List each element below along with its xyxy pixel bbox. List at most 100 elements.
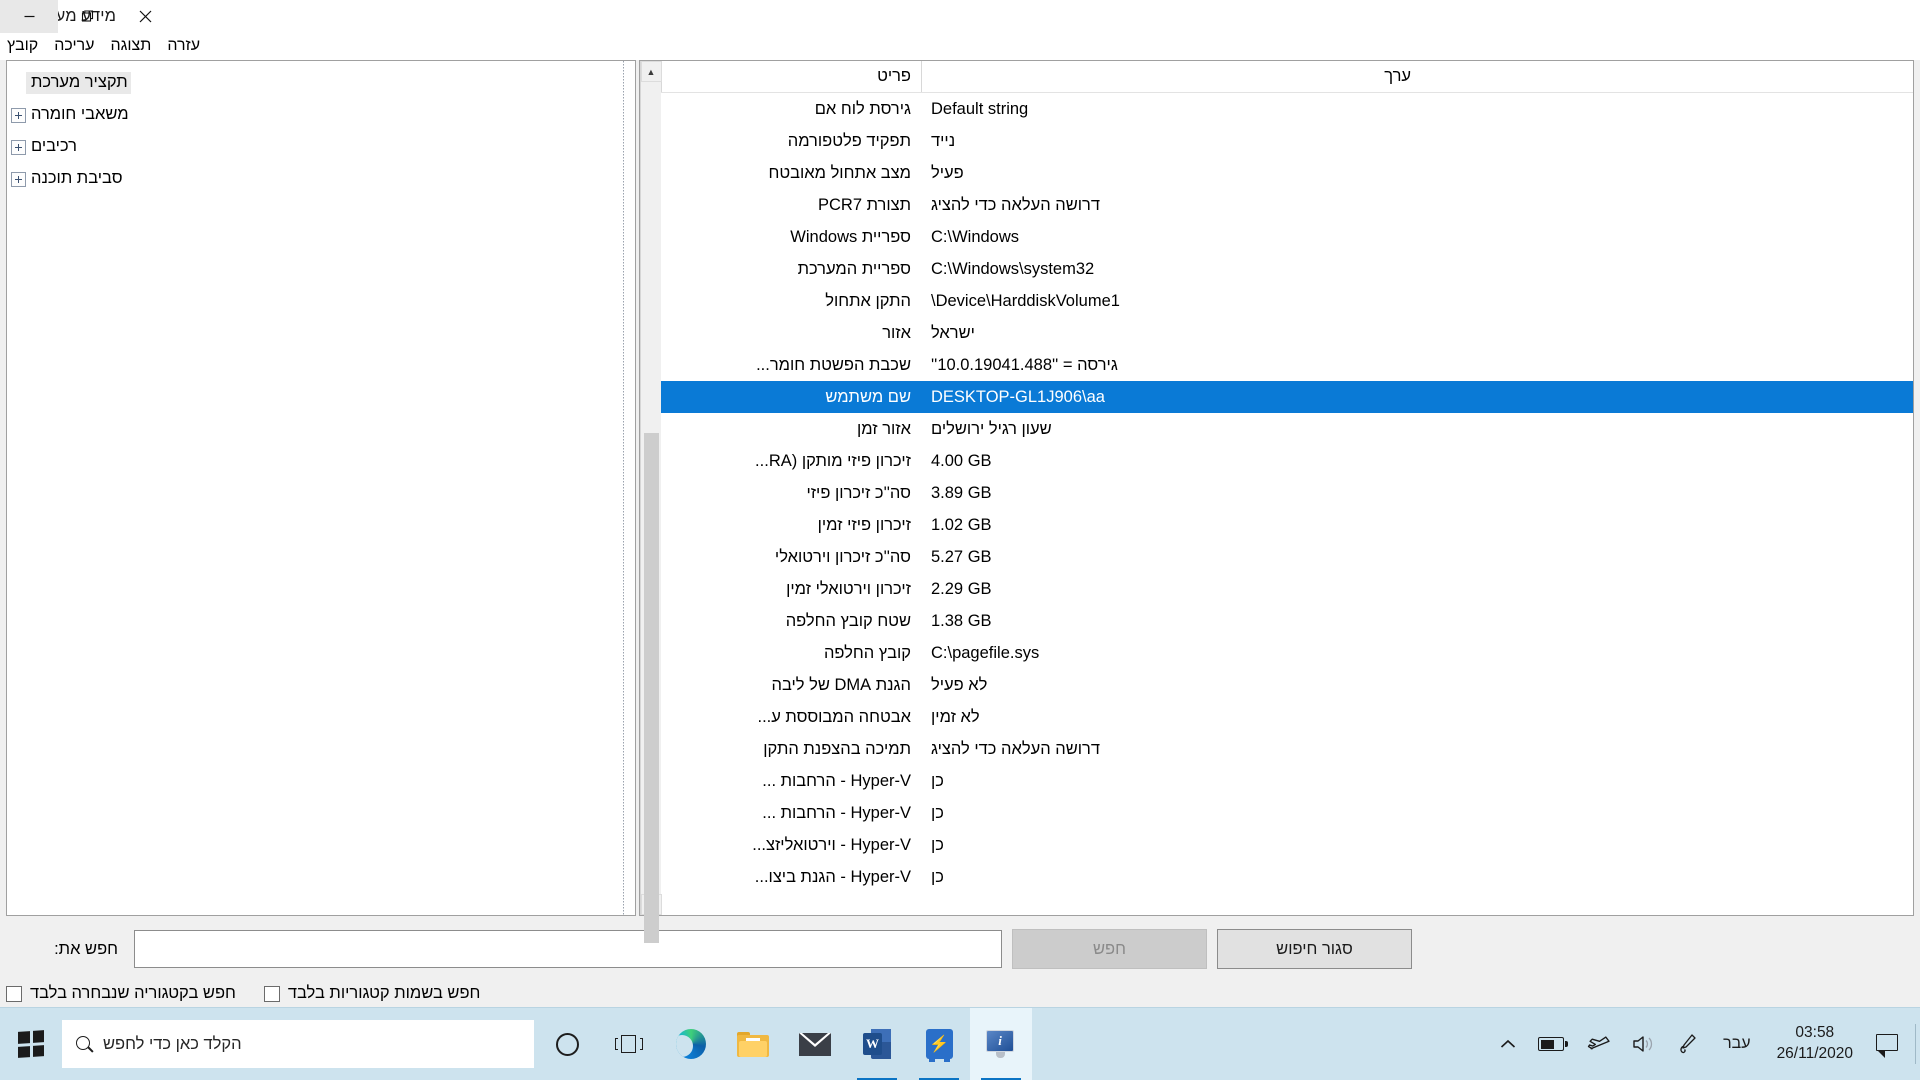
column-header-item[interactable]: פריט — [661, 61, 921, 92]
table-row[interactable]: שכבת הפשטת חומר... גירסה = ''10.0.19041.4… — [661, 349, 1913, 381]
menu-item-file[interactable]: קובץ — [0, 36, 45, 57]
row-item-value: דרושה העלאה כדי להציג — [931, 739, 1101, 758]
logo-tile — [18, 1045, 30, 1058]
table-row[interactable]: התקן אתחול \Device\HarddiskVolume1 — [661, 285, 1913, 317]
notification-icon — [1876, 1033, 1900, 1058]
notifications-button[interactable] — [1865, 1008, 1911, 1080]
start-button[interactable] — [0, 1008, 62, 1080]
table-row[interactable]: ספריית Windows C:\Windows — [661, 221, 1913, 253]
row-item-value: \Device\HarddiskVolume1 — [931, 291, 1120, 310]
cortana-button[interactable] — [536, 1008, 598, 1080]
edge-icon — [676, 1029, 706, 1059]
table-row[interactable]: תפקיד פלטפורמה נייד — [661, 125, 1913, 157]
plus-expander-icon[interactable] — [11, 107, 26, 123]
table-row[interactable]: זיכרון וירטואלי זמין 2.29 GB — [661, 573, 1913, 605]
row-item-value: כן — [931, 867, 944, 886]
details-table: פריט ערך גירסת לוח אם Default string תפקיד… — [661, 61, 1913, 915]
table-row[interactable]: זיכרון פיזי זמין 1.02 GB — [661, 509, 1913, 541]
mail-button[interactable] — [784, 1008, 846, 1080]
table-row[interactable]: שטח קובץ החלפה 1.38 GB — [661, 605, 1913, 637]
menu-item-edit[interactable]: עריכה — [47, 36, 101, 57]
menu-bar: קובץ עריכה תצוגה עזרה — [0, 33, 1920, 60]
checkbox-icon[interactable] — [263, 985, 280, 1002]
table-row[interactable]: זיכרון פיזי מותקן (RA... 4.00 GB — [661, 445, 1913, 477]
volume-button[interactable] — [1621, 1008, 1667, 1080]
system-information-button[interactable]: i — [970, 1007, 1032, 1080]
scrollbar-thumb[interactable] — [644, 433, 659, 943]
row-item-name: תמיכה בהצפנת התקן — [763, 739, 911, 758]
close-button[interactable] — [116, 0, 174, 33]
pen-workspace-button[interactable] — [1667, 1008, 1709, 1080]
table-row[interactable]: קובץ החלפה C:\pagefile.sys — [661, 637, 1913, 669]
row-item-name: התקן אתחול — [825, 291, 911, 310]
find-button[interactable]: חפש — [1012, 929, 1207, 969]
table-row[interactable]: הגנת DMA של ליבה לא פעיל — [661, 669, 1913, 701]
column-header-value[interactable]: ערך — [921, 61, 1421, 92]
file-explorer-button[interactable] — [722, 1008, 784, 1080]
word-button[interactable]: W — [846, 1008, 908, 1080]
row-item-value: שעון רגיל ירושלים — [931, 419, 1052, 438]
details-pane: פריט ערך גירסת לוח אם Default string תפקיד… — [639, 60, 1914, 943]
task-view-button[interactable] — [598, 1008, 660, 1080]
maximize-button[interactable] — [58, 0, 116, 33]
search-label: חפש את: — [54, 939, 118, 958]
scroll-up-arrow-icon[interactable]: ▲ — [640, 61, 662, 82]
airplane-mode-button[interactable] — [1575, 1008, 1621, 1080]
table-row[interactable]: ספריית המערכת C:\Windows\system32 — [661, 253, 1913, 285]
taskview-main — [621, 1035, 636, 1053]
row-item-name: Hyper-V - הגנת ביצו... — [754, 867, 911, 886]
tree-item-hardware-resources[interactable]: משאבי חומרה — [9, 99, 633, 131]
show-hidden-icons-button[interactable] — [1489, 1008, 1527, 1080]
table-row[interactable]: אבטחה המבוססת ע... לא זמין — [661, 701, 1913, 733]
row-item-value: C:\pagefile.sys — [931, 643, 1040, 662]
minimize-button[interactable] — [0, 0, 58, 33]
table-row[interactable]: Hyper-V - הגנת ביצו... כן — [661, 861, 1913, 893]
plus-expander-icon[interactable] — [11, 139, 26, 155]
navigation-tree-pane: תקציר מערכת משאבי חומרה רכיבים סביבת תוכ… — [6, 60, 636, 916]
row-item-name: אבטחה המבוססת ע... — [757, 707, 911, 726]
search-input[interactable] — [134, 930, 1002, 968]
table-row[interactable]: אזור ישראל — [661, 317, 1913, 349]
table-row[interactable]: שם משתמש DESKTOP-GL1J906\aa — [661, 381, 1913, 413]
table-row[interactable]: מצב אתחול מאובטח פעיל — [661, 157, 1913, 189]
plus-expander-icon[interactable] — [11, 171, 26, 187]
battery-button[interactable] — [1527, 1008, 1575, 1080]
row-item-name: זיכרון פיזי מותקן (RA... — [755, 451, 911, 470]
menu-item-view[interactable]: תצוגה — [103, 36, 158, 57]
taskbar-search-box[interactable]: הקלד כאן כדי לחפש — [62, 1020, 534, 1068]
checkbox-icon[interactable] — [6, 985, 22, 1002]
search-category-names-option[interactable]: חפש בשמות קטגוריות בלבד — [263, 984, 480, 1003]
menu-item-help[interactable]: עזרה — [160, 36, 207, 57]
details-table-header: פריט ערך — [661, 61, 1913, 93]
table-row[interactable]: סה''כ זיכרון וירטואלי 5.27 GB — [661, 541, 1913, 573]
speaker-icon — [1633, 1036, 1653, 1052]
table-row[interactable]: Hyper-V - הרחבות ... כן — [661, 765, 1913, 797]
tree-item-software-environment[interactable]: סביבת תוכנה — [9, 163, 633, 195]
task-view-icon — [614, 1033, 644, 1055]
search-selected-category-option[interactable]: חפש בקטגוריה שנבחרה בלבד — [6, 984, 236, 1003]
details-vertical-scrollbar[interactable]: ▲ ▼ — [640, 61, 662, 943]
table-row[interactable]: אזור זמן שעון רגיל ירושלים — [661, 413, 1913, 445]
table-row[interactable]: תמיכה בהצפנת התקן דרושה העלאה כדי להציג — [661, 733, 1913, 765]
blue-app-button[interactable]: ⚡ — [908, 1008, 970, 1080]
table-row[interactable]: Hyper-V - הרחבות ... כן — [661, 797, 1913, 829]
row-item-name: ספריית המערכת — [797, 259, 911, 278]
table-row[interactable]: גירסת לוח אם Default string — [661, 93, 1913, 125]
table-row[interactable]: תצורת PCR7 דרושה העלאה כדי להציג — [661, 189, 1913, 221]
table-row[interactable]: Hyper-V - וירטואליזצ... כן — [661, 829, 1913, 861]
tray-separator — [1915, 1024, 1916, 1064]
notification-tail — [1878, 1050, 1885, 1058]
edge-button[interactable] — [660, 1008, 722, 1080]
row-item-value: C:\Windows — [931, 227, 1020, 246]
clock-time: 03:58 — [1795, 1024, 1835, 1042]
tree-item-system-summary[interactable]: תקציר מערכת — [9, 67, 633, 99]
monitor-stand — [996, 1052, 1005, 1058]
clock[interactable]: 03:58 26/11/2020 — [1765, 1008, 1865, 1080]
row-item-name: מצב אתחול מאובטח — [768, 163, 912, 182]
close-search-button[interactable]: סגור חיפוש — [1217, 929, 1412, 969]
chevron-up-icon — [1501, 1039, 1516, 1048]
language-indicator[interactable]: עבר — [1709, 1008, 1764, 1080]
tree-item-components[interactable]: רכיבים — [9, 131, 633, 163]
table-row[interactable]: סה''כ זיכרון פיזי 3.89 GB — [661, 477, 1913, 509]
close-icon — [139, 10, 151, 23]
